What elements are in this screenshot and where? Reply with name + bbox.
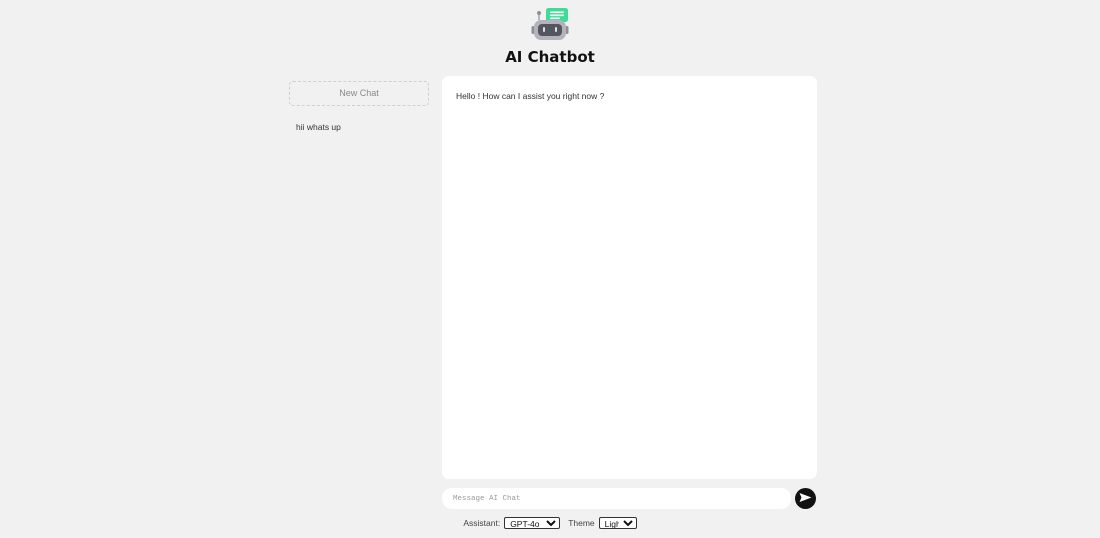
assistant-message: Hello ! How can I assist you right now ? [456, 91, 605, 101]
send-button[interactable] [795, 488, 816, 509]
chat-history-item[interactable]: hii whats up [289, 122, 429, 132]
chat-sidebar: New Chat hii whats up [289, 81, 429, 132]
assistant-label: Assistant: [463, 518, 501, 528]
message-input[interactable] [442, 488, 791, 509]
assistant-select[interactable]: GPT-4o mini [504, 517, 561, 529]
new-chat-button[interactable]: New Chat [289, 81, 429, 106]
robot-chat-icon [531, 7, 569, 41]
theme-label: Theme [568, 518, 595, 528]
chat-panel: Hello ! How can I assist you right now ? [442, 76, 817, 479]
theme-select[interactable]: Light [598, 517, 637, 529]
settings-footer: Assistant: GPT-4o mini Theme Light [0, 517, 1100, 529]
send-arrow-icon [799, 491, 812, 506]
page-title: AI Chatbot [505, 48, 595, 66]
